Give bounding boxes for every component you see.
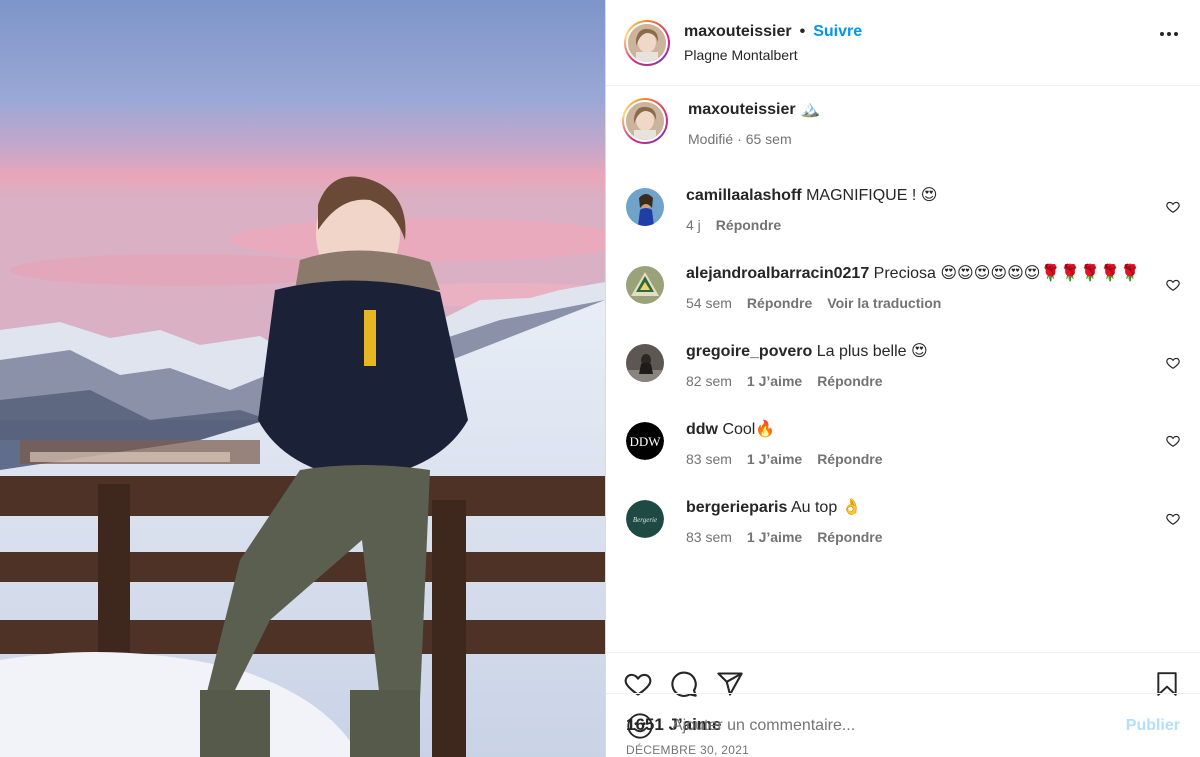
comments-list[interactable]: maxouteissier 🏔️ Modifié · 65 sem camill… — [606, 86, 1200, 653]
heart-icon[interactable] — [1166, 278, 1180, 297]
comment-author[interactable]: alejandroalbarracin0217 — [686, 265, 869, 282]
comment-text: MAGNIFIQUE ! 😍 — [806, 187, 938, 204]
comment-text: Preciosa 😍😍😍😍😍😍🌹🌹🌹🌹🌹 — [873, 265, 1141, 282]
comment-text: Au top 👌 — [790, 499, 862, 516]
comment-avatar[interactable] — [626, 266, 664, 304]
comment-author[interactable]: camillaalashoff — [686, 187, 802, 204]
comment-avatar[interactable]: Bergerie — [626, 500, 664, 538]
comment-avatar[interactable] — [626, 344, 664, 382]
comment-time: 82 sem — [686, 373, 732, 389]
comment-input[interactable] — [672, 716, 1126, 735]
author-avatar[interactable] — [624, 19, 670, 66]
comment-row: camillaalashoff MAGNIFIQUE ! 😍 4 j Répon… — [624, 186, 1182, 264]
comment-likes[interactable]: 1 J’aime — [747, 527, 802, 547]
follow-button[interactable]: Suivre — [813, 23, 862, 41]
author-avatar-image — [626, 21, 668, 64]
header-text: maxouteissier • Suivre Plagne Montalbert — [684, 23, 862, 63]
comment-author[interactable]: ddw — [686, 421, 718, 438]
caption-time: · 65 sem — [737, 131, 792, 147]
comment-likes[interactable]: 1 J’aime — [747, 449, 802, 469]
author-username[interactable]: maxouteissier — [684, 23, 792, 41]
caption-text: 🏔️ — [800, 101, 820, 118]
post-photo-illustration — [0, 0, 605, 757]
post-sidebar: maxouteissier • Suivre Plagne Montalbert… — [605, 0, 1200, 757]
caption-avatar-image — [624, 100, 666, 142]
comment-time: 4 j — [686, 217, 701, 233]
heart-icon[interactable] — [1166, 512, 1180, 531]
comment-time: 54 sem — [686, 295, 732, 311]
comment-row: gregoire_povero La plus belle 😍 82 sem 1… — [624, 342, 1182, 420]
comment-meta: 83 sem 1 J’aime Répondre — [686, 449, 883, 469]
bergerie-logo-text: Bergerie — [633, 516, 657, 524]
comment-row: Bergerie bergerieparis Au top 👌 83 sem 1… — [624, 498, 1182, 576]
ddw-logo-text: DDW — [629, 434, 661, 449]
post-header: maxouteissier • Suivre Plagne Montalbert — [606, 0, 1200, 86]
caption-author[interactable]: maxouteissier — [688, 101, 796, 118]
comment-likes[interactable]: 1 J’aime — [747, 371, 802, 391]
header-line: maxouteissier • Suivre — [684, 23, 862, 41]
caption-row: maxouteissier 🏔️ Modifié · 65 sem — [622, 98, 1182, 186]
comment-time: 83 sem — [686, 451, 732, 467]
comment-meta: 83 sem 1 J’aime Répondre — [686, 527, 883, 547]
caption-avatar[interactable] — [622, 98, 668, 144]
comment-meta: 82 sem 1 J’aime Répondre — [686, 371, 928, 391]
comment-author[interactable]: gregoire_povero — [686, 343, 812, 360]
heart-icon[interactable] — [1166, 434, 1180, 453]
reply-button[interactable]: Répondre — [817, 449, 882, 469]
reply-button[interactable]: Répondre — [747, 293, 812, 313]
caption-body: maxouteissier 🏔️ Modifié · 65 sem — [688, 100, 820, 149]
heart-icon[interactable] — [1166, 356, 1180, 375]
reply-button[interactable]: Répondre — [716, 215, 781, 235]
caption-edited: Modifié — [688, 131, 734, 147]
emoji-icon[interactable] — [626, 712, 654, 740]
publish-button[interactable]: Publier — [1126, 717, 1180, 735]
comment-row: DDW ddw Cool🔥 83 sem 1 J’aime Répondre — [624, 420, 1182, 498]
comment-text: Cool🔥 — [722, 421, 776, 438]
comment-meta: 4 j Répondre — [686, 215, 937, 235]
translate-button[interactable]: Voir la traduction — [827, 293, 941, 313]
comment-body: alejandroalbarracin0217 Preciosa 😍😍😍😍😍😍🌹… — [686, 264, 1140, 313]
comment-meta: 54 sem Répondre Voir la traduction — [686, 293, 1140, 313]
comment-time: 83 sem — [686, 529, 732, 545]
comment-composer: Publier — [606, 693, 1200, 757]
comment-body: ddw Cool🔥 83 sem 1 J’aime Répondre — [686, 420, 883, 469]
reply-button[interactable]: Répondre — [817, 371, 882, 391]
comment-author[interactable]: bergerieparis — [686, 499, 787, 516]
heart-icon[interactable] — [1166, 200, 1180, 219]
comment-row: alejandroalbarracin0217 Preciosa 😍😍😍😍😍😍🌹… — [624, 264, 1182, 342]
caption-meta: Modifié · 65 sem — [688, 129, 820, 149]
comment-avatar[interactable] — [626, 188, 664, 226]
post-photo[interactable] — [0, 0, 605, 757]
comment-body: bergerieparis Au top 👌 83 sem 1 J’aime R… — [686, 498, 883, 547]
comment-text: La plus belle 😍 — [816, 343, 928, 360]
comment-body: camillaalashoff MAGNIFIQUE ! 😍 4 j Répon… — [686, 186, 937, 235]
reply-button[interactable]: Répondre — [817, 527, 882, 547]
comment-avatar[interactable]: DDW — [626, 422, 664, 460]
comment-body: gregoire_povero La plus belle 😍 82 sem 1… — [686, 342, 928, 391]
header-separator: • — [799, 22, 806, 40]
more-icon[interactable] — [1160, 32, 1178, 36]
post-location[interactable]: Plagne Montalbert — [684, 47, 862, 63]
instagram-post: maxouteissier • Suivre Plagne Montalbert… — [0, 0, 1200, 757]
